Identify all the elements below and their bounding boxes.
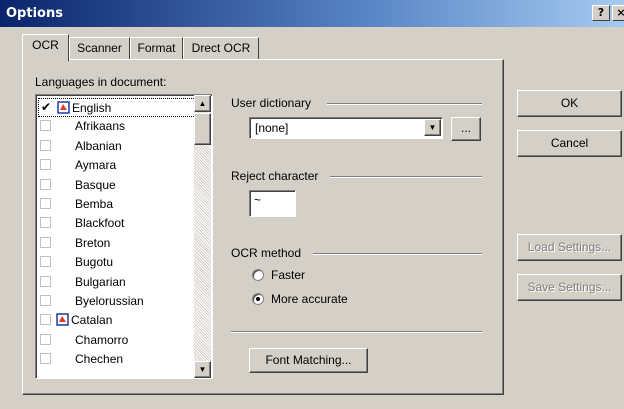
list-item[interactable]: Bulgarian <box>38 273 196 292</box>
font-matching-button[interactable]: Font Matching... <box>249 348 368 373</box>
list-item[interactable]: Catalan <box>38 311 196 330</box>
language-name: Catalan <box>71 313 113 328</box>
title-bar[interactable]: Options ? × <box>0 0 624 27</box>
language-name: Blackfoot <box>75 216 125 231</box>
window-title: Options <box>6 6 63 21</box>
radio-selected-dot <box>256 297 260 301</box>
language-name: Afrikaans <box>75 119 126 134</box>
scroll-up-icon[interactable]: ▲ <box>194 95 211 112</box>
language-name: Breton <box>75 235 111 250</box>
reject-character-divider <box>330 176 482 178</box>
language-checkbox[interactable] <box>40 314 51 326</box>
radio-more-accurate[interactable] <box>252 293 264 305</box>
language-checkbox[interactable] <box>40 333 51 345</box>
chevron-down-icon[interactable]: ▼ <box>424 119 441 136</box>
load-settings-button[interactable]: Load Settings... <box>517 234 622 261</box>
list-item[interactable]: Afrikaans <box>38 117 196 136</box>
cancel-button[interactable]: Cancel <box>517 130 622 157</box>
browse-dictionary-button[interactable]: ... <box>451 117 481 141</box>
tab-ocr[interactable]: OCR <box>22 34 69 61</box>
language-checkbox[interactable] <box>40 159 51 171</box>
radio-faster[interactable] <box>252 269 264 281</box>
radio-faster-label[interactable]: Faster <box>271 268 305 282</box>
language-checkbox[interactable] <box>40 198 51 209</box>
method-separator <box>231 331 482 333</box>
list-item[interactable]: Basque <box>38 176 196 195</box>
options-dialog: Options ? × OCR Scanner Format Drect OCR… <box>0 0 624 409</box>
radio-more-accurate-label[interactable]: More accurate <box>271 292 348 306</box>
list-item[interactable]: ✔ English <box>38 98 196 117</box>
language-checkbox[interactable] <box>40 256 51 268</box>
list-item[interactable]: Blackfoot <box>38 214 196 233</box>
language-checkbox[interactable] <box>40 178 51 190</box>
list-item[interactable]: Aymara <box>38 156 196 175</box>
user-dictionary-value: [none] <box>255 121 289 135</box>
help-button[interactable]: ? <box>592 5 610 21</box>
user-dictionary-label: User dictionary <box>231 96 312 110</box>
language-name: Bugotu <box>75 255 114 270</box>
language-name: Bulgarian <box>75 274 126 289</box>
list-item[interactable]: Albanian <box>38 137 196 156</box>
language-checkbox[interactable] <box>40 139 51 151</box>
languages-scrollbar[interactable]: ▲ ▼ <box>194 95 211 378</box>
language-name: Aymara <box>75 158 117 173</box>
language-name: Chamorro <box>75 332 129 347</box>
list-item[interactable]: Breton <box>38 234 196 253</box>
language-name: Albanian <box>75 138 122 153</box>
list-item[interactable]: Bugotu <box>38 253 196 272</box>
ocr-method-divider <box>313 253 482 255</box>
ocr-method-label: OCR method <box>231 246 302 260</box>
user-dictionary-divider <box>327 103 482 105</box>
language-checkbox[interactable] <box>40 236 51 248</box>
reject-character-label: Reject character <box>231 169 319 183</box>
list-item[interactable]: Byelorussian <box>38 292 196 311</box>
list-item[interactable]: Chechen <box>38 350 196 369</box>
language-name: Bemba <box>75 197 114 211</box>
user-dictionary-select[interactable]: [none] ▼ <box>249 117 443 139</box>
save-settings-button[interactable]: Save Settings... <box>517 274 622 301</box>
languages-label: Languages in document: <box>35 75 167 89</box>
language-name: English <box>72 101 112 115</box>
languages-list[interactable]: ✔ English Afrikaans Albanian Aymara Basque Bem… <box>35 94 213 379</box>
language-name: Basque <box>75 177 116 192</box>
tab-scanner[interactable]: Scanner <box>69 37 130 59</box>
list-item[interactable]: Chamorro <box>38 331 196 350</box>
language-name: Chechen <box>75 352 124 367</box>
tab-direct-ocr[interactable]: Drect OCR <box>183 37 259 59</box>
language-checkbox[interactable] <box>40 275 51 287</box>
reject-character-input[interactable]: ~ <box>249 190 296 217</box>
ok-button[interactable]: OK <box>517 90 622 117</box>
dictionary-icon <box>57 101 70 114</box>
tab-format[interactable]: Format <box>130 37 183 59</box>
language-checkbox[interactable] <box>40 353 51 365</box>
dictionary-icon <box>56 313 69 327</box>
scroll-thumb[interactable] <box>194 113 211 145</box>
list-item[interactable]: Bemba <box>38 195 196 214</box>
language-checkbox[interactable]: ✔ <box>41 101 52 113</box>
language-name: Byelorussian <box>75 294 144 308</box>
scroll-down-icon[interactable]: ▼ <box>194 361 211 378</box>
language-checkbox[interactable] <box>40 120 51 132</box>
language-checkbox[interactable] <box>40 217 51 229</box>
language-checkbox[interactable] <box>40 295 51 306</box>
close-button[interactable]: × <box>612 5 624 21</box>
